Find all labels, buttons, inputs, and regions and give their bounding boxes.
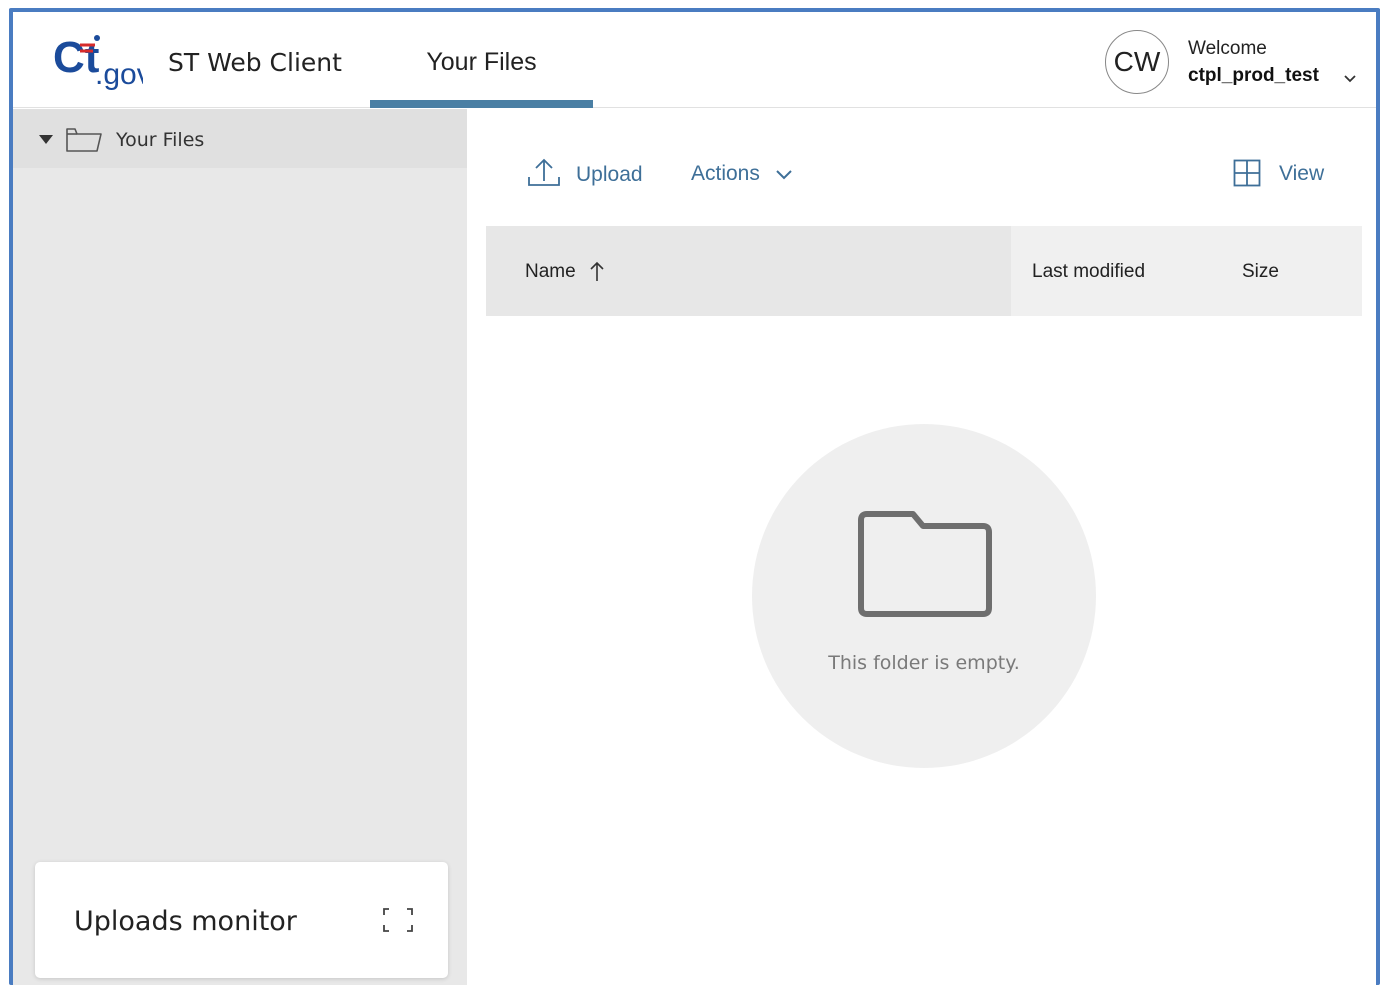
table-header: Name Last modified Size — [486, 226, 1362, 316]
chevron-down-icon — [776, 170, 792, 180]
empty-state: This folder is empty. — [752, 424, 1096, 768]
sidebar: Your Files Uploads monitor — [13, 109, 467, 985]
folder-icon — [66, 128, 102, 152]
app-window: Ct .gov ST Web Client Your Files CW Welc… — [9, 8, 1380, 985]
view-label: View — [1279, 162, 1325, 185]
file-list-pane: Upload Actions View Name Last modified S… — [467, 109, 1376, 985]
column-header-last-modified[interactable]: Last modified — [1032, 261, 1145, 283]
username: ctpl_prod_test — [1188, 65, 1319, 86]
upload-icon — [528, 158, 560, 186]
user-menu[interactable]: Welcome ctpl_prod_test — [1188, 38, 1358, 90]
empty-state-message: This folder is empty. — [828, 652, 1020, 674]
avatar[interactable]: CW — [1105, 30, 1169, 94]
column-header-size[interactable]: Size — [1242, 261, 1279, 283]
uploads-monitor-panel[interactable]: Uploads monitor — [35, 862, 448, 978]
ct-gov-logo[interactable]: Ct .gov — [53, 28, 143, 94]
column-header-name[interactable]: Name — [486, 226, 1011, 316]
tab-label: Your Files — [426, 48, 537, 76]
actions-label: Actions — [691, 162, 760, 185]
svg-text:.gov: .gov — [95, 58, 143, 91]
svg-text:Ct: Ct — [53, 33, 100, 82]
grid-view-icon — [1233, 159, 1261, 187]
column-header-label: Name — [525, 261, 576, 282]
caret-down-icon[interactable] — [39, 135, 53, 144]
top-header: Ct .gov ST Web Client Your Files CW Welc… — [13, 12, 1376, 108]
uploads-monitor-title: Uploads monitor — [74, 906, 297, 937]
tree-item-your-files[interactable]: Your Files — [13, 109, 467, 168]
view-button[interactable]: View — [1233, 157, 1333, 191]
welcome-text: Welcome — [1188, 38, 1267, 59]
tree-item-label: Your Files — [116, 129, 205, 151]
chevron-down-icon — [1344, 75, 1356, 83]
expand-icon[interactable] — [381, 906, 415, 934]
actions-dropdown[interactable]: Actions — [691, 157, 801, 191]
app-title: ST Web Client — [168, 48, 342, 77]
arrow-up-icon — [590, 261, 604, 281]
folder-icon — [858, 511, 992, 617]
active-tab-indicator — [370, 100, 593, 108]
tab-your-files[interactable]: Your Files — [370, 12, 593, 108]
upload-label: Upload — [576, 163, 643, 186]
